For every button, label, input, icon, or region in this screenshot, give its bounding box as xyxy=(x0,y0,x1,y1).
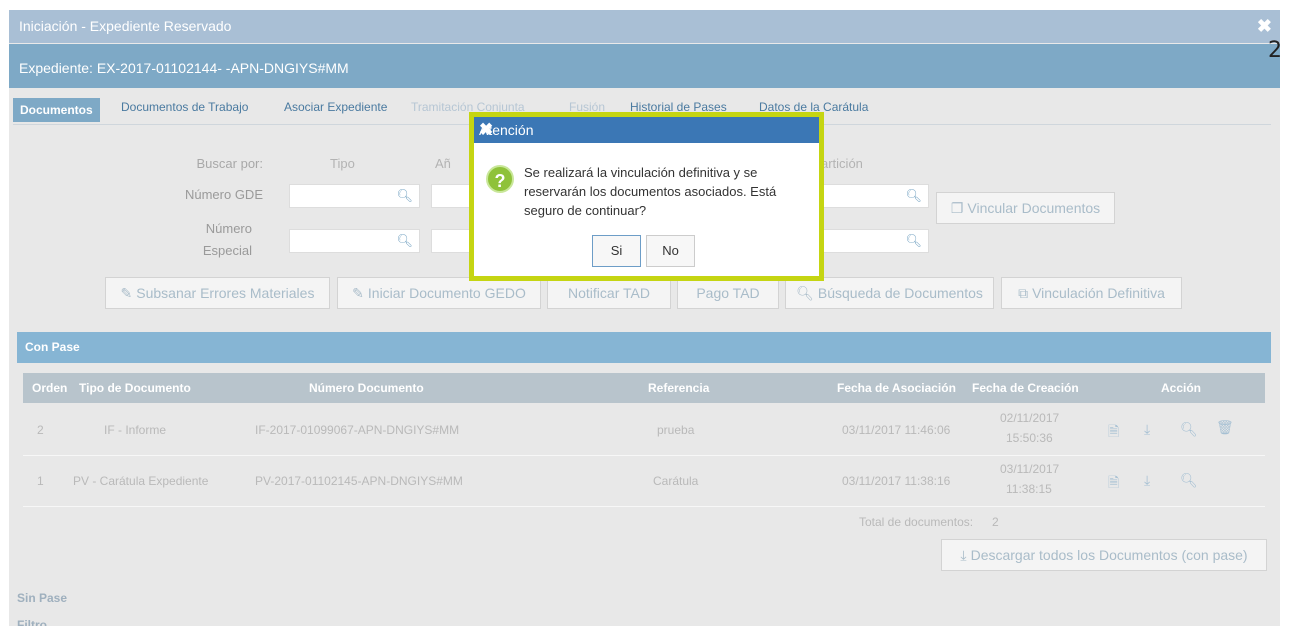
dialog-message: Se realizará la vinculación definitiva y… xyxy=(524,165,777,218)
close-icon[interactable]: ✖ xyxy=(479,117,814,143)
referencia-cell: prueba xyxy=(657,423,695,437)
pago-label: Pago TAD xyxy=(696,285,760,301)
buscar-por-label: Buscar por: xyxy=(196,156,263,171)
si-button[interactable]: Si xyxy=(592,235,641,267)
reparticion-gde-input[interactable]: 🔍︎ xyxy=(819,184,929,208)
window-title: Iniciación - Expediente Reservado xyxy=(19,18,232,34)
orden-cell: 1 xyxy=(37,474,44,488)
tipo-especial-input[interactable]: 🔍︎ xyxy=(289,229,420,253)
col-tipo-documento: Tipo de Documento xyxy=(79,381,191,395)
anio-column-label: Añ xyxy=(435,156,451,171)
col-referencia: Referencia xyxy=(648,381,710,395)
reparticion-column-label: artición xyxy=(821,156,863,171)
search-icon[interactable]: 🔍︎ xyxy=(396,188,413,204)
col-fecha-creacion: Fecha de Creación xyxy=(972,381,1079,395)
expediente-header: Expediente: EX-2017-01102144- -APN-DNGIY… xyxy=(9,44,1280,88)
search-icon[interactable]: 🔍︎ xyxy=(1180,421,1198,438)
document-icon[interactable]: 🗎 xyxy=(1108,472,1119,496)
anio-especial-input[interactable] xyxy=(431,229,471,253)
col-fecha-asociacion: Fecha de Asociación xyxy=(837,381,956,395)
trash-icon[interactable]: 🗑 xyxy=(1216,419,1234,436)
copy-icon: ❐ xyxy=(950,200,964,216)
tab-asociar-expediente[interactable]: Asociar Expediente xyxy=(284,100,387,114)
notificar-label: Notificar TAD xyxy=(568,285,650,301)
search-icon[interactable]: 🔍︎ xyxy=(905,188,922,204)
tipo-gde-input[interactable]: 🔍︎ xyxy=(289,184,420,208)
tipo-column-label: Tipo xyxy=(330,156,355,171)
corner-number: 2 xyxy=(1268,38,1282,63)
vinculacion-label: Vinculación Definitiva xyxy=(1032,285,1165,301)
fecha-creacion-date: 02/11/2017 xyxy=(1000,411,1060,425)
subsanar-label: Subsanar Errores Materiales xyxy=(136,285,315,301)
search-icon: 🔍︎ xyxy=(796,285,814,301)
fecha-creacion-time: 15:50:36 xyxy=(1006,431,1053,445)
iniciar-documento-button[interactable]: ✎ Iniciar Documento GEDO xyxy=(337,277,541,309)
search-icon[interactable]: 🔍︎ xyxy=(1180,472,1198,489)
vinculacion-definitiva-button[interactable]: ⧉ Vinculación Definitiva xyxy=(1001,277,1182,309)
dialog-titlebar: Atención ✖ xyxy=(474,117,819,143)
con-pase-header: Con Pase xyxy=(17,332,1271,363)
tab-documentos[interactable]: Documentos xyxy=(13,98,100,122)
col-numero-documento: Número Documento xyxy=(309,381,424,395)
confirmation-dialog: Atención ✖ ? Se realizará la vinculación… xyxy=(469,112,824,281)
pago-tad-button[interactable]: Pago TAD xyxy=(677,277,779,309)
referencia-cell: Carátula xyxy=(653,474,699,488)
anio-gde-input[interactable] xyxy=(431,184,471,208)
link-icon: ⧉ xyxy=(1018,285,1029,301)
numero-gde-label: Número GDE xyxy=(184,187,263,202)
vincular-documentos-button[interactable]: ❐ Vincular Documentos xyxy=(936,192,1115,224)
descargar-todos-button[interactable]: ⤓ Descargar todos los Documentos (con pas… xyxy=(941,539,1267,571)
fecha-creacion-date: 03/11/2017 xyxy=(1000,462,1060,476)
download-icon[interactable]: ⤓ xyxy=(1144,472,1150,489)
question-icon: ? xyxy=(486,165,514,193)
numero-cell: IF-2017-01099067-APN-DNGIYS#MM xyxy=(255,423,460,437)
tipo-cell: PV - Carátula Expediente xyxy=(73,474,209,488)
busqueda-documentos-button[interactable]: 🔍︎ Búsqueda de Documentos xyxy=(785,277,994,309)
col-orden: Orden xyxy=(32,381,68,395)
fecha-asociacion-cell: 03/11/2017 11:38:16 xyxy=(842,474,951,488)
download-icon: ⤓ xyxy=(960,547,967,563)
fecha-asociacion-cell: 03/11/2017 11:46:06 xyxy=(842,423,951,437)
filtro-header[interactable]: Filtro xyxy=(17,618,47,626)
orden-cell: 2 xyxy=(37,423,44,437)
fecha-creacion-time: 11:38:15 xyxy=(1006,482,1052,496)
no-button[interactable]: No xyxy=(646,235,695,267)
search-icon[interactable]: 🔍︎ xyxy=(905,233,922,249)
numero-especial-label-1: Número xyxy=(205,221,252,236)
table-row: 1 PV - Carátula Expediente PV-2017-01102… xyxy=(23,456,1265,507)
documents-table-header: Orden Tipo de Documento Número Documento… xyxy=(23,373,1265,403)
edit-icon: ✎ xyxy=(120,285,133,301)
window-titlebar: Iniciación - Expediente Reservado ✖ xyxy=(9,10,1280,43)
total-documentos-value: 2 xyxy=(992,515,999,529)
col-accion: Acción xyxy=(1161,381,1202,395)
numero-especial-label-2: Especial xyxy=(202,243,252,258)
download-icon[interactable]: ⤓ xyxy=(1144,421,1150,438)
tab-documentos-trabajo[interactable]: Documentos de Trabajo xyxy=(121,100,248,114)
expediente-window: Iniciación - Expediente Reservado ✖ Expe… xyxy=(9,10,1280,626)
table-row: 2 IF - Informe IF-2017-01099067-APN-DNGI… xyxy=(23,405,1265,456)
notificar-tad-button[interactable]: Notificar TAD xyxy=(547,277,671,309)
descargar-label: Descargar todos los Documentos (con pase… xyxy=(970,547,1248,563)
sin-pase-header[interactable]: Sin Pase xyxy=(17,591,67,605)
con-pase-title: Con Pase xyxy=(25,340,80,354)
tipo-cell: IF - Informe xyxy=(104,423,167,437)
iniciar-label: Iniciar Documento GEDO xyxy=(367,285,526,301)
subsanar-errores-button[interactable]: ✎ Subsanar Errores Materiales xyxy=(105,277,330,309)
numero-cell: PV-2017-01102145-APN-DNGIYS#MM xyxy=(255,474,463,488)
edit-icon: ✎ xyxy=(352,285,364,301)
busqueda-label: Búsqueda de Documentos xyxy=(817,285,983,301)
total-documentos-label: Total de documentos: xyxy=(859,515,974,529)
search-icon[interactable]: 🔍︎ xyxy=(396,233,413,249)
vincular-documentos-label: Vincular Documentos xyxy=(967,200,1101,216)
document-icon[interactable]: 🗎 xyxy=(1108,421,1119,445)
expediente-label: Expediente: EX-2017-01102144- -APN-DNGIY… xyxy=(19,60,349,76)
reparticion-especial-input[interactable]: 🔍︎ xyxy=(819,229,929,253)
